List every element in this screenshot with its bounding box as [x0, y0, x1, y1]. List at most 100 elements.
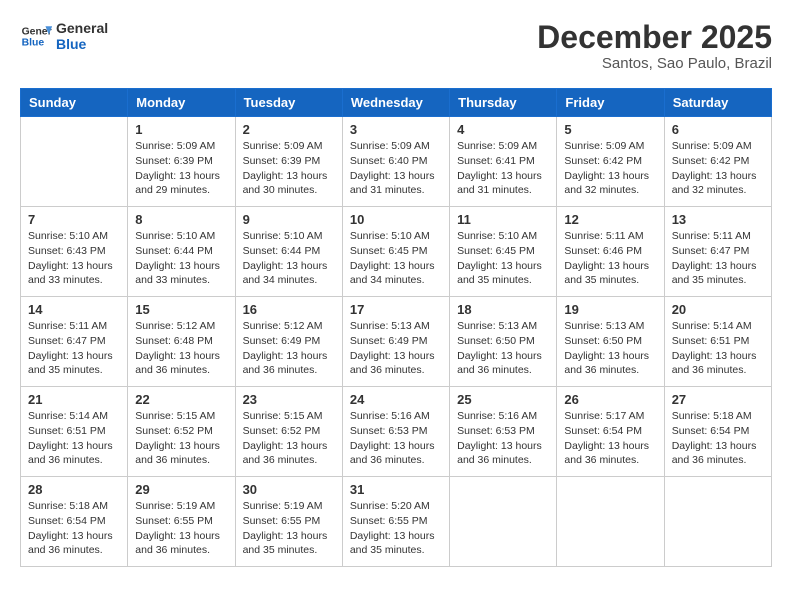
day-info: Sunrise: 5:09 AMSunset: 6:42 PMDaylight:…: [564, 139, 656, 198]
day-info: Sunrise: 5:14 AMSunset: 6:51 PMDaylight:…: [28, 409, 120, 468]
day-number: 11: [457, 212, 549, 227]
page-header: General Blue General Blue December 2025 …: [20, 20, 772, 72]
day-info: Sunrise: 5:13 AMSunset: 6:50 PMDaylight:…: [457, 319, 549, 378]
day-number: 29: [135, 482, 227, 497]
calendar-cell: 13Sunrise: 5:11 AMSunset: 6:47 PMDayligh…: [664, 207, 771, 297]
day-info: Sunrise: 5:18 AMSunset: 6:54 PMDaylight:…: [28, 499, 120, 558]
day-number: 27: [672, 392, 764, 407]
day-number: 16: [243, 302, 335, 317]
calendar-cell: 19 Sunrise: 5:13 AMSunset: 6:50 PMDayligh…: [557, 297, 664, 387]
calendar-cell: 10 Sunrise: 5:10 AMSunset: 6:45 PMDayligh…: [342, 207, 449, 297]
day-info: Sunrise: 5:12 AMSunset: 6:48 PMDaylight:…: [135, 319, 227, 378]
day-number: 15: [135, 302, 227, 317]
calendar-cell: 26 Sunrise: 5:17 AMSunset: 6:54 PMDayligh…: [557, 387, 664, 477]
calendar-cell: 20Sunrise: 5:14 AMSunset: 6:51 PMDayligh…: [664, 297, 771, 387]
calendar-cell: 9Sunrise: 5:10 AMSunset: 6:44 PMDaylight…: [235, 207, 342, 297]
day-info: Sunrise: 5:09 AMSunset: 6:42 PMDaylight:…: [672, 139, 764, 198]
day-number: 21: [28, 392, 120, 407]
calendar-cell: 29Sunrise: 5:19 AMSunset: 6:55 PMDayligh…: [128, 477, 235, 567]
day-info: Sunrise: 5:16 AMSunset: 6:53 PMDaylight:…: [457, 409, 549, 468]
day-number: 12: [564, 212, 656, 227]
calendar-header-row: SundayMondayTuesdayWednesdayThursdayFrid…: [21, 89, 772, 117]
week-row-3: 14Sunrise: 5:11 AMSunset: 6:47 PMDayligh…: [21, 297, 772, 387]
column-header-tuesday: Tuesday: [235, 89, 342, 117]
day-number: 25: [457, 392, 549, 407]
day-info: Sunrise: 5:12 AMSunset: 6:49 PMDaylight:…: [243, 319, 335, 378]
day-info: Sunrise: 5:10 AMSunset: 6:45 PMDaylight:…: [457, 229, 549, 288]
day-info: Sunrise: 5:17 AMSunset: 6:54 PMDaylight:…: [564, 409, 656, 468]
calendar-cell: [664, 477, 771, 567]
week-row-5: 28 Sunrise: 5:18 AMSunset: 6:54 PMDayligh…: [21, 477, 772, 567]
day-info: Sunrise: 5:11 AMSunset: 6:46 PMDaylight:…: [564, 229, 656, 288]
day-number: 30: [243, 482, 335, 497]
calendar-cell: 11 Sunrise: 5:10 AMSunset: 6:45 PMDayligh…: [450, 207, 557, 297]
day-number: 10: [350, 212, 442, 227]
day-info: Sunrise: 5:10 AMSunset: 6:44 PMDaylight:…: [135, 229, 227, 288]
day-number: 2: [243, 122, 335, 137]
week-row-2: 7Sunrise: 5:10 AMSunset: 6:43 PMDaylight…: [21, 207, 772, 297]
day-info: Sunrise: 5:18 AMSunset: 6:54 PMDaylight:…: [672, 409, 764, 468]
day-info: Sunrise: 5:19 AMSunset: 6:55 PMDaylight:…: [243, 499, 335, 558]
calendar-cell: 6 Sunrise: 5:09 AMSunset: 6:42 PMDaylight…: [664, 117, 771, 207]
day-number: 6: [672, 122, 764, 137]
calendar-cell: [450, 477, 557, 567]
title-block: December 2025 Santos, Sao Paulo, Brazil: [537, 20, 772, 72]
calendar-cell: 25 Sunrise: 5:16 AMSunset: 6:53 PMDayligh…: [450, 387, 557, 477]
day-number: 8: [135, 212, 227, 227]
day-number: 31: [350, 482, 442, 497]
day-info: Sunrise: 5:13 AMSunset: 6:50 PMDaylight:…: [564, 319, 656, 378]
calendar-cell: 14Sunrise: 5:11 AMSunset: 6:47 PMDayligh…: [21, 297, 128, 387]
day-number: 26: [564, 392, 656, 407]
calendar-cell: 23 Sunrise: 5:15 AMSunset: 6:52 PMDayligh…: [235, 387, 342, 477]
calendar-cell: 21 Sunrise: 5:14 AMSunset: 6:51 PMDayligh…: [21, 387, 128, 477]
day-info: Sunrise: 5:10 AMSunset: 6:45 PMDaylight:…: [350, 229, 442, 288]
calendar-cell: 30 Sunrise: 5:19 AMSunset: 6:55 PMDayligh…: [235, 477, 342, 567]
day-number: 5: [564, 122, 656, 137]
week-row-4: 21 Sunrise: 5:14 AMSunset: 6:51 PMDayligh…: [21, 387, 772, 477]
logo: General Blue General Blue: [20, 20, 108, 52]
calendar-cell: 16 Sunrise: 5:12 AMSunset: 6:49 PMDayligh…: [235, 297, 342, 387]
logo-icon: General Blue: [20, 20, 52, 52]
day-number: 23: [243, 392, 335, 407]
calendar-cell: 12 Sunrise: 5:11 AMSunset: 6:46 PMDayligh…: [557, 207, 664, 297]
month-year-title: December 2025: [537, 20, 772, 55]
calendar-cell: 17Sunrise: 5:13 AMSunset: 6:49 PMDayligh…: [342, 297, 449, 387]
calendar-cell: 24Sunrise: 5:16 AMSunset: 6:53 PMDayligh…: [342, 387, 449, 477]
day-info: Sunrise: 5:15 AMSunset: 6:52 PMDaylight:…: [135, 409, 227, 468]
calendar-cell: 18Sunrise: 5:13 AMSunset: 6:50 PMDayligh…: [450, 297, 557, 387]
calendar-cell: 5 Sunrise: 5:09 AMSunset: 6:42 PMDaylight…: [557, 117, 664, 207]
day-number: 17: [350, 302, 442, 317]
calendar-cell: 1 Sunrise: 5:09 AMSunset: 6:39 PMDaylight…: [128, 117, 235, 207]
svg-text:Blue: Blue: [22, 38, 45, 49]
calendar-cell: 28 Sunrise: 5:18 AMSunset: 6:54 PMDayligh…: [21, 477, 128, 567]
calendar-table: SundayMondayTuesdayWednesdayThursdayFrid…: [20, 88, 772, 567]
calendar-cell: 15 Sunrise: 5:12 AMSunset: 6:48 PMDayligh…: [128, 297, 235, 387]
location-subtitle: Santos, Sao Paulo, Brazil: [537, 55, 772, 72]
day-info: Sunrise: 5:09 AMSunset: 6:39 PMDaylight:…: [243, 139, 335, 198]
day-info: Sunrise: 5:11 AMSunset: 6:47 PMDaylight:…: [672, 229, 764, 288]
column-header-thursday: Thursday: [450, 89, 557, 117]
day-info: Sunrise: 5:16 AMSunset: 6:53 PMDaylight:…: [350, 409, 442, 468]
column-header-wednesday: Wednesday: [342, 89, 449, 117]
day-number: 3: [350, 122, 442, 137]
calendar-cell: 3Sunrise: 5:09 AMSunset: 6:40 PMDaylight…: [342, 117, 449, 207]
column-header-monday: Monday: [128, 89, 235, 117]
day-number: 1: [135, 122, 227, 137]
day-info: Sunrise: 5:20 AMSunset: 6:55 PMDaylight:…: [350, 499, 442, 558]
column-header-sunday: Sunday: [21, 89, 128, 117]
day-info: Sunrise: 5:15 AMSunset: 6:52 PMDaylight:…: [243, 409, 335, 468]
column-header-saturday: Saturday: [664, 89, 771, 117]
day-number: 7: [28, 212, 120, 227]
calendar-cell: 31 Sunrise: 5:20 AMSunset: 6:55 PMDayligh…: [342, 477, 449, 567]
calendar-cell: [557, 477, 664, 567]
calendar-cell: [21, 117, 128, 207]
day-number: 19: [564, 302, 656, 317]
day-number: 9: [243, 212, 335, 227]
calendar-cell: 2 Sunrise: 5:09 AMSunset: 6:39 PMDaylight…: [235, 117, 342, 207]
day-number: 28: [28, 482, 120, 497]
logo-general: General: [56, 20, 108, 36]
day-info: Sunrise: 5:09 AMSunset: 6:39 PMDaylight:…: [135, 139, 227, 198]
calendar-cell: 22Sunrise: 5:15 AMSunset: 6:52 PMDayligh…: [128, 387, 235, 477]
day-info: Sunrise: 5:14 AMSunset: 6:51 PMDaylight:…: [672, 319, 764, 378]
day-info: Sunrise: 5:09 AMSunset: 6:41 PMDaylight:…: [457, 139, 549, 198]
